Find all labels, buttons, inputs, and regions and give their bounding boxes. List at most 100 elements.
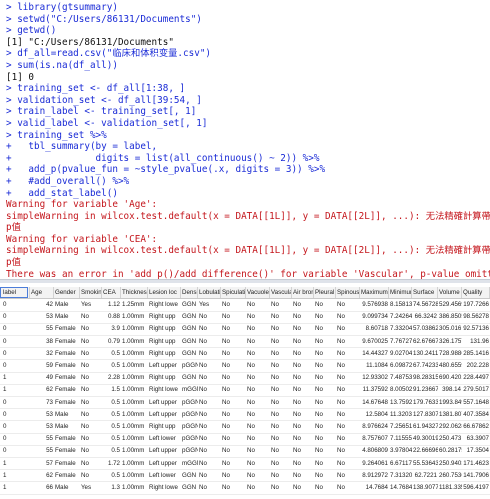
table-cell[interactable]: No (80, 410, 102, 420)
table-cell[interactable]: No (80, 361, 102, 371)
table-cell[interactable]: 1.00mm (121, 324, 148, 334)
table-cell[interactable]: No (246, 361, 270, 371)
table-cell[interactable]: 0 (2, 422, 30, 432)
table-cell[interactable]: No (336, 337, 360, 347)
table-cell[interactable]: 0 (2, 446, 30, 456)
table-cell[interactable]: 1.00mm (121, 337, 148, 347)
table-cell[interactable]: 63.3907 (462, 434, 490, 444)
table-cell[interactable]: No (198, 324, 221, 334)
table-cell[interactable]: 0.5 (102, 446, 121, 456)
table-cell[interactable]: 1 (2, 471, 30, 481)
table-cell[interactable]: 386.8505 (438, 312, 462, 322)
table-cell[interactable]: No (246, 337, 270, 347)
table-cell[interactable]: Left lower (148, 471, 181, 481)
table-cell[interactable]: No (270, 422, 292, 432)
table-cell[interactable]: No (314, 385, 336, 395)
table-cell[interactable]: No (336, 434, 360, 444)
table-cell[interactable]: No (80, 385, 102, 395)
table-cell[interactable]: 7.115556 (389, 434, 412, 444)
table-cell[interactable]: 1.00mm (121, 446, 148, 456)
table-cell[interactable]: No (292, 446, 314, 456)
table-cell[interactable]: No (270, 300, 292, 310)
table-cell[interactable]: 0.5 (102, 361, 121, 371)
table-cell[interactable]: No (270, 434, 292, 444)
table-cell[interactable]: 596.4197 (462, 483, 490, 493)
table-cell[interactable]: 1.00mm (121, 385, 148, 395)
table-cell[interactable]: 0 (2, 410, 30, 420)
table-cell[interactable]: 9.670025 (360, 337, 389, 347)
table-cell[interactable]: Female (54, 385, 80, 395)
table-cell[interactable]: Right upp (148, 337, 181, 347)
table-cell[interactable]: 285.1416 (462, 349, 490, 359)
table-cell[interactable]: No (270, 385, 292, 395)
table-cell[interactable]: 0 (2, 312, 30, 322)
table-cell[interactable]: No (221, 349, 246, 359)
column-header[interactable]: Air bronch (292, 287, 314, 298)
table-cell[interactable]: 17.3504 (462, 446, 490, 456)
column-header[interactable]: Lobulation (198, 287, 221, 298)
table-cell[interactable]: Right upp (148, 312, 181, 322)
table-cell[interactable]: No (246, 410, 270, 420)
table-cell[interactable]: 0 (2, 398, 30, 408)
table-cell[interactable]: Right upp (148, 373, 181, 383)
table-cell[interactable]: GGN (181, 312, 198, 322)
table-cell[interactable]: 55 (30, 324, 54, 334)
table-cell[interactable]: 228.4497 (462, 373, 490, 383)
table-cell[interactable]: 279.5017 (462, 385, 490, 395)
table-cell[interactable]: 7.767274 (389, 337, 412, 347)
table-cell[interactable]: No (270, 373, 292, 383)
table-cell[interactable]: No (270, 398, 292, 408)
table-cell[interactable]: No (221, 337, 246, 347)
table-cell[interactable]: 8.912972 (360, 471, 389, 481)
table-cell[interactable]: 1 (2, 385, 30, 395)
table-cell[interactable]: 8.976624 (360, 422, 389, 432)
table-cell[interactable]: No (292, 410, 314, 420)
table-cell[interactable]: 557.1648 (462, 398, 490, 408)
table-cell[interactable]: Left upper (148, 361, 181, 371)
table-cell[interactable]: 8.158133 (389, 300, 412, 310)
table-cell[interactable]: No (314, 361, 336, 371)
table-cell[interactable]: No (221, 312, 246, 322)
table-cell[interactable]: 1 (2, 459, 30, 469)
table-cell[interactable]: 1.00mm (121, 373, 148, 383)
table-cell[interactable]: No (198, 337, 221, 347)
table-cell[interactable]: No (80, 312, 102, 322)
table-cell[interactable]: No (221, 385, 246, 395)
table-cell[interactable]: No (80, 434, 102, 444)
table-cell[interactable]: Male (54, 422, 80, 432)
table-cell[interactable]: 6.671179 (389, 459, 412, 469)
table-cell[interactable]: No (336, 459, 360, 469)
table-cell[interactable]: Left lower (148, 434, 181, 444)
table-cell[interactable]: 53 (30, 312, 54, 322)
table-cell[interactable]: No (270, 324, 292, 334)
table-cell[interactable]: No (246, 385, 270, 395)
table-cell[interactable]: 42 (30, 300, 54, 310)
table-cell[interactable]: 57.03862 (412, 324, 438, 334)
pane-splitter[interactable] (0, 279, 490, 283)
table-cell[interactable]: No (270, 361, 292, 371)
table-cell[interactable]: No (314, 422, 336, 432)
table-cell[interactable]: 53 (30, 410, 54, 420)
table-cell[interactable]: 8.757607 (360, 434, 389, 444)
table-cell[interactable]: 407.3584 (462, 410, 490, 420)
table-cell[interactable]: No (270, 483, 292, 493)
table-cell[interactable]: 1381.807 (438, 410, 462, 420)
table-cell[interactable]: 7.332043 (389, 324, 412, 334)
table-cell[interactable]: No (270, 349, 292, 359)
table-cell[interactable]: 6.098729 (389, 361, 412, 371)
table-cell[interactable]: No (292, 349, 314, 359)
table-cell[interactable]: No (80, 337, 102, 347)
table-cell[interactable]: No (314, 410, 336, 420)
table-cell[interactable]: mGGN (181, 459, 198, 469)
table-cell[interactable]: No (246, 300, 270, 310)
table-cell[interactable]: pGGN (181, 422, 198, 432)
table-cell[interactable]: No (246, 312, 270, 322)
table-cell[interactable]: 62.7221 (412, 471, 438, 481)
table-cell[interactable]: Female (54, 398, 80, 408)
table-cell[interactable]: No (198, 410, 221, 420)
table-cell[interactable]: Male (54, 410, 80, 420)
table-cell[interactable]: Right lowe (148, 385, 181, 395)
table-cell[interactable]: No (336, 349, 360, 359)
table-cell[interactable]: Right lowe (148, 300, 181, 310)
table-cell[interactable]: No (314, 373, 336, 383)
